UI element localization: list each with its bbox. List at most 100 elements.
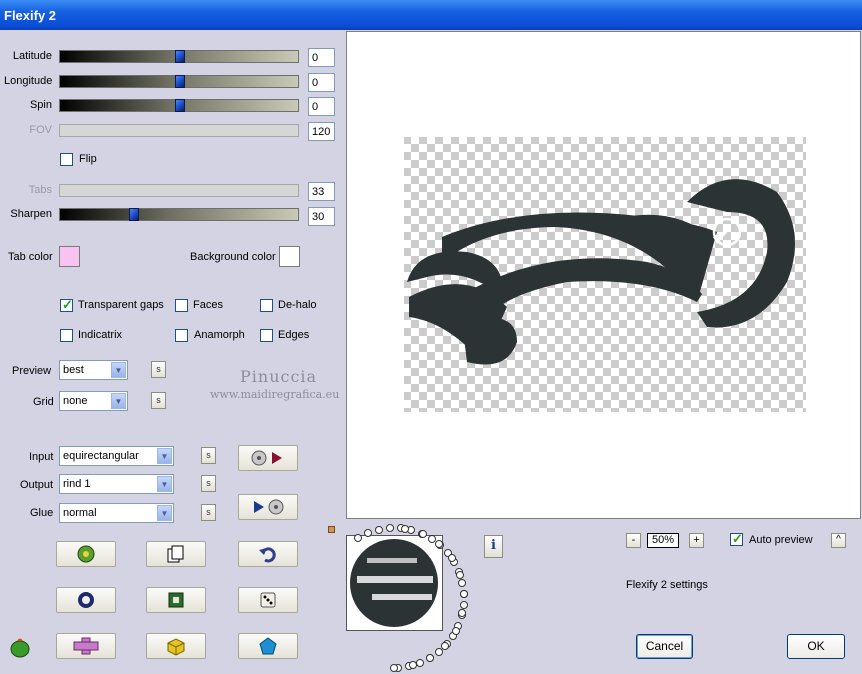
chevron-down-icon[interactable]: ▼ (157, 476, 172, 492)
latitude-label: Latitude (12, 50, 52, 62)
zoom-out-button[interactable]: - (626, 533, 641, 548)
latitude-input[interactable]: 0 (308, 48, 335, 67)
edges-checkbox[interactable] (260, 329, 273, 342)
title-bar: Flexify 2 (0, 0, 862, 30)
preview-select-value: best (63, 364, 84, 376)
square-frame-icon (168, 592, 184, 608)
thumbnail-image (350, 539, 438, 627)
preview-select[interactable]: best ▼ (59, 360, 128, 380)
chevron-down-icon[interactable]: ▼ (111, 393, 126, 409)
auto-preview-label: Auto preview (749, 534, 813, 546)
pentagon-button[interactable] (238, 633, 298, 659)
watermark-url: www.maidiregrafica.eu (210, 388, 340, 401)
indicatrix-checkbox[interactable] (60, 329, 73, 342)
disc-to-play-icon (251, 450, 282, 466)
random-dice-button[interactable] (238, 587, 298, 613)
play-to-disc-icon (254, 499, 284, 515)
cross-icon (73, 637, 99, 655)
ok-button[interactable]: OK (787, 634, 845, 659)
zoom-level: 50% (647, 533, 679, 548)
transparent-gaps-checkbox[interactable]: ✓ (60, 297, 73, 312)
input-select-value: equirectangular (63, 450, 139, 462)
preview-image (404, 137, 806, 412)
output-select-value: rind 1 (63, 478, 91, 490)
input-select[interactable]: equirectangular ▼ (59, 446, 174, 466)
tabs-input: 33 (308, 182, 335, 201)
cross-button[interactable] (56, 633, 116, 659)
navigator-dot (459, 600, 468, 609)
spin-label: Spin (29, 99, 52, 111)
frame-button[interactable] (146, 587, 206, 613)
zoom-in-button[interactable]: + (689, 533, 704, 548)
sharpen-slider-thumb[interactable] (129, 208, 139, 221)
longitude-label: Longitude (4, 75, 53, 87)
grid-select-value: none (63, 395, 88, 407)
settings-label: Flexify 2 settings (626, 579, 708, 591)
grid-select[interactable]: none ▼ (59, 391, 128, 411)
faces-checkbox[interactable] (175, 299, 188, 312)
fov-slider (59, 124, 299, 137)
tab-color-label: Tab color (8, 251, 53, 263)
navigator-dot (415, 659, 424, 668)
background-color-label: Background color (190, 251, 276, 263)
info-button[interactable]: i (484, 535, 503, 558)
sharpen-slider[interactable] (59, 208, 299, 221)
navigator-dot (440, 642, 449, 651)
chevron-down-icon[interactable]: ▼ (157, 505, 172, 521)
spin-slider[interactable] (59, 99, 299, 112)
grid-save-button[interactable]: s (151, 392, 166, 409)
latitude-slider-thumb[interactable] (175, 50, 185, 63)
cancel-button[interactable]: Cancel (636, 634, 693, 659)
sharpen-input[interactable]: 30 (308, 207, 335, 226)
background-color-swatch[interactable] (279, 246, 300, 267)
chevron-down-icon[interactable]: ▼ (111, 362, 126, 378)
latitude-slider[interactable] (59, 50, 299, 63)
flip-checkbox[interactable] (60, 153, 73, 166)
de-halo-label: De-halo (278, 299, 317, 311)
anamorph-checkbox[interactable] (175, 329, 188, 342)
input-save-button[interactable]: s (201, 447, 216, 464)
spin-slider-thumb[interactable] (175, 99, 185, 112)
undo-icon (259, 547, 276, 563)
input-label: Input (29, 451, 54, 463)
window-title: Flexify 2 (4, 8, 57, 23)
tab-color-swatch[interactable] (59, 246, 80, 267)
gear-icon (77, 545, 95, 563)
flip-label: Flip (79, 153, 97, 165)
undo-button[interactable] (238, 541, 298, 567)
preview-canvas[interactable] (346, 31, 861, 519)
glue-save-button[interactable]: s (201, 504, 216, 521)
fov-input: 120 (308, 122, 335, 141)
output-select[interactable]: rind 1 ▼ (59, 474, 174, 494)
faces-label: Faces (193, 299, 223, 311)
navigator-dot (408, 661, 417, 670)
swap-output-input-button[interactable] (238, 494, 298, 520)
copy-button[interactable] (146, 541, 206, 567)
preview-save-button[interactable]: s (151, 361, 166, 378)
randomize-button[interactable] (56, 541, 116, 567)
swap-input-output-button[interactable] (238, 445, 298, 471)
glue-select[interactable]: normal ▼ (59, 503, 174, 523)
navigator-dot (459, 590, 468, 598)
watermark-name: Pinuccia (240, 367, 318, 386)
longitude-input[interactable]: 0 (308, 73, 335, 92)
navigator-dot (426, 653, 435, 662)
longitude-slider[interactable] (59, 75, 299, 88)
cube-icon (167, 638, 185, 656)
cube-button[interactable] (146, 633, 206, 659)
edges-label: Edges (278, 329, 310, 341)
longitude-slider-thumb[interactable] (175, 75, 185, 88)
de-halo-checkbox[interactable] (260, 299, 273, 312)
auto-preview-checkbox[interactable]: ✓ (730, 531, 743, 546)
chevron-down-icon[interactable]: ▼ (157, 448, 172, 464)
expand-button[interactable]: ^ (831, 533, 846, 548)
navigator-handle[interactable] (328, 526, 335, 533)
fov-label: FOV (29, 124, 52, 136)
output-save-button[interactable]: s (201, 475, 216, 492)
copy-icon (167, 545, 184, 563)
spin-input[interactable]: 0 (308, 97, 335, 116)
navigator-thumbnail[interactable] (346, 535, 443, 631)
transparent-gaps-label: Transparent gaps (78, 299, 164, 311)
ring-button[interactable] (56, 587, 116, 613)
navigator-dot (400, 524, 409, 533)
